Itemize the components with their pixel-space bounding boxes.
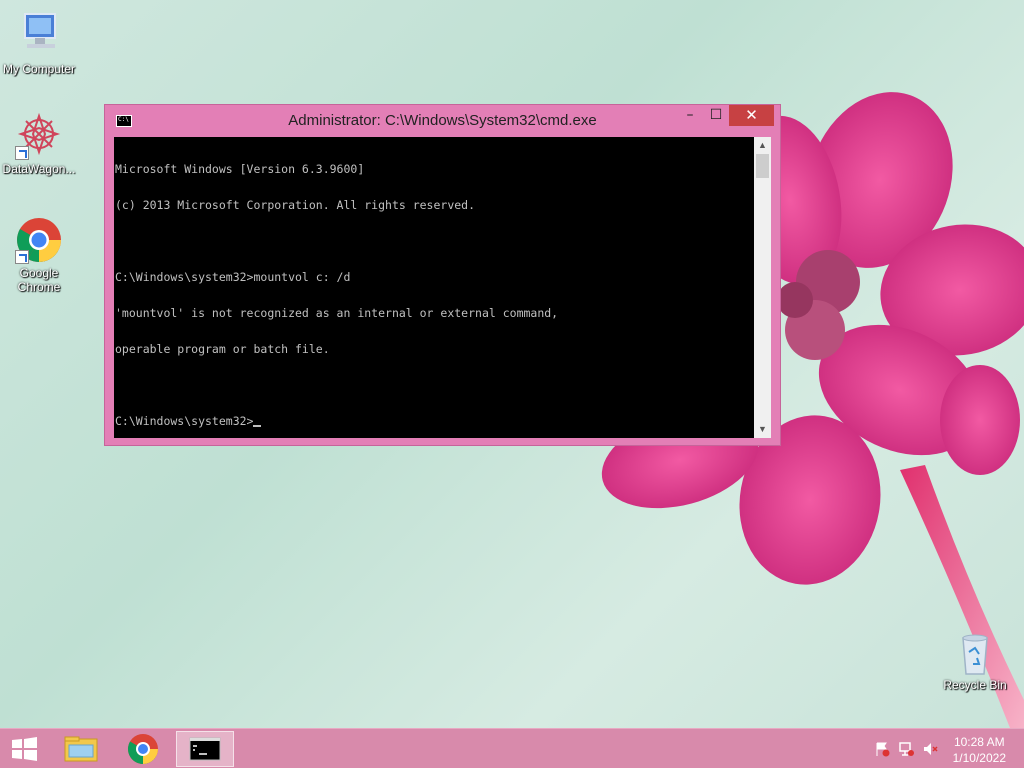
vertical-scrollbar[interactable]: ▲ ▼ <box>754 137 771 438</box>
console-line: (c) 2013 Microsoft Corporation. All righ… <box>115 198 476 212</box>
action-center-flag-icon[interactable] <box>874 741 890 757</box>
desktop-icon-label: My Computer <box>2 62 76 76</box>
scroll-down-arrow-icon[interactable]: ▼ <box>754 421 771 438</box>
windows-logo-icon <box>12 737 37 761</box>
desktop-icon-my-computer[interactable]: My Computer <box>1 12 77 76</box>
chrome-icon <box>127 734 158 765</box>
clock-time: 10:28 AM <box>953 735 1005 749</box>
taskbar-chrome[interactable] <box>114 731 172 767</box>
desktop-icon-label-line2: Chrome <box>17 280 61 294</box>
console-line: C:\Windows\system32>mountvol c: /d <box>115 270 351 284</box>
start-button[interactable] <box>0 731 50 767</box>
shortcut-arrow-icon <box>15 146 29 160</box>
clock-date: 1/10/2022 <box>952 751 1006 765</box>
volume-muted-icon[interactable] <box>922 741 938 757</box>
console-line: operable program or batch file. <box>115 342 330 356</box>
system-clock[interactable]: 10:28 AM 1/10/2022 <box>953 734 1006 766</box>
desktop-icon-label: DataWagon... <box>2 162 76 176</box>
scrollbar-thumb[interactable] <box>756 154 769 178</box>
scroll-up-arrow-icon[interactable]: ▲ <box>754 137 771 154</box>
console-prompt-line[interactable]: C:\Windows\system32> <box>115 415 754 427</box>
network-icon[interactable] <box>898 741 914 757</box>
cmd-window[interactable]: C:\ Administrator: C:\Windows\System32\c… <box>104 104 781 446</box>
console-output[interactable]: Microsoft Windows [Version 6.3.9600] (c)… <box>114 137 754 438</box>
console-prompt: C:\Windows\system32> <box>115 414 254 428</box>
desktop-icon-label-line1: Google <box>19 266 59 280</box>
desktop-icon-label: Recycle Bin <box>943 678 1007 692</box>
desktop-icon-google-chrome[interactable]: Google Chrome <box>1 216 77 294</box>
computer-icon <box>15 12 63 60</box>
chrome-icon <box>15 216 63 264</box>
file-explorer-icon <box>64 736 98 762</box>
minimize-button[interactable]: – <box>677 105 703 126</box>
desktop-icon-recycle-bin[interactable]: Recycle Bin <box>937 630 1013 692</box>
taskbar-file-explorer[interactable] <box>52 731 110 767</box>
console-line: 'mountvol' is not recognized as an inter… <box>115 306 559 320</box>
close-button[interactable]: ✕ <box>729 105 774 126</box>
taskbar: 10:28 AM 1/10/2022 <box>0 728 1024 768</box>
recycle-bin-icon <box>951 630 999 676</box>
desktop-icon-datawagon[interactable]: DataWagon... <box>1 112 77 176</box>
cmd-icon <box>189 737 221 761</box>
text-cursor <box>253 425 262 427</box>
console-line: Microsoft Windows [Version 6.3.9600] <box>115 162 365 176</box>
shortcut-arrow-icon <box>15 250 29 264</box>
window-titlebar[interactable]: C:\ Administrator: C:\Windows\System32\c… <box>105 105 780 137</box>
datawagon-icon <box>15 112 63 160</box>
maximize-button[interactable]: ☐ <box>703 105 729 126</box>
taskbar-cmd[interactable] <box>176 731 234 767</box>
